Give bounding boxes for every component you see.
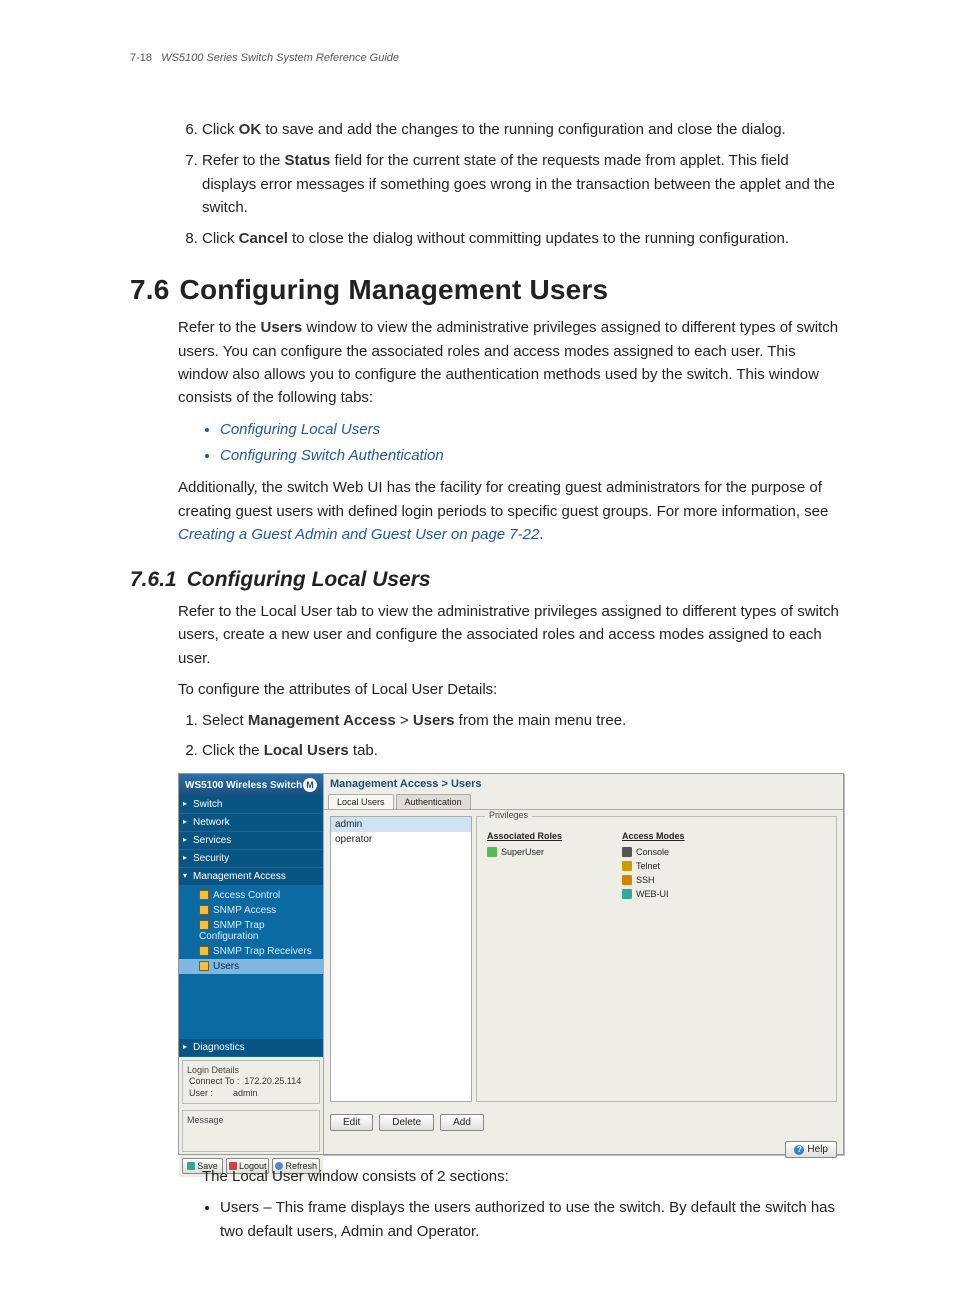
sections-bullets: Users – This frame displays the users au… bbox=[200, 1196, 846, 1243]
configure-lead: To configure the attributes of Local Use… bbox=[178, 678, 846, 701]
privileges-legend: Privileges bbox=[485, 810, 532, 820]
running-header: 7-18 WS5100 Series Switch System Referen… bbox=[130, 52, 846, 64]
mode-console: Console bbox=[622, 845, 685, 859]
login-details-box: Login Details Connect To : 172.20.25.114… bbox=[182, 1060, 320, 1104]
link-config-local-users[interactable]: Configuring Local Users bbox=[220, 417, 846, 443]
content-row: admin operator Privileges Associated Rol… bbox=[330, 816, 837, 1102]
subsection-title: Configuring Local Users bbox=[187, 568, 431, 591]
telnet-icon bbox=[622, 861, 632, 871]
subsection-number: 7.6.1 bbox=[130, 568, 177, 591]
action-button-row: Edit Delete Add bbox=[324, 1108, 843, 1137]
webui-icon bbox=[622, 889, 632, 899]
nav-tree: Switch Network Services Security Managem… bbox=[179, 796, 323, 978]
nav-services[interactable]: Services bbox=[179, 832, 323, 850]
link-config-switch-auth[interactable]: Configuring Switch Authentication bbox=[220, 443, 846, 469]
nav-access-control[interactable]: Access Control bbox=[179, 888, 323, 903]
link-bullets: Configuring Local Users Configuring Swit… bbox=[200, 417, 846, 468]
label-ok: OK bbox=[239, 121, 262, 138]
window-titlebar: WS5100 Wireless Switch M bbox=[179, 774, 323, 796]
superuser-icon bbox=[487, 847, 497, 857]
doc-title: WS5100 Series Switch System Reference Gu… bbox=[161, 52, 399, 64]
nav-switch[interactable]: Switch bbox=[179, 796, 323, 814]
help-row: ? Help bbox=[324, 1137, 843, 1162]
window-title: WS5100 Wireless Switch bbox=[185, 780, 302, 791]
console-icon bbox=[622, 847, 632, 857]
login-connect-row: Connect To : 172.20.25.114 bbox=[187, 1075, 315, 1087]
message-legend: Message bbox=[187, 1115, 315, 1125]
mode-webui: WEB-UI bbox=[622, 887, 685, 901]
screenshot-users-window: WS5100 Wireless Switch M Switch Network … bbox=[178, 773, 844, 1155]
help-icon: ? bbox=[794, 1145, 804, 1155]
label-cancel: Cancel bbox=[239, 230, 288, 247]
step-8: Click Cancel to close the dialog without… bbox=[202, 227, 846, 250]
login-user-row: User : admin bbox=[187, 1087, 315, 1099]
user-admin[interactable]: admin bbox=[331, 817, 471, 832]
nav-diagnostics[interactable]: Diagnostics bbox=[179, 1038, 323, 1057]
motorola-logo-icon: M bbox=[303, 778, 317, 792]
privileges-box: Privileges Associated Roles SuperUser Ac… bbox=[476, 816, 837, 1102]
page-number: 7-18 bbox=[130, 52, 152, 64]
tab-local-users[interactable]: Local Users bbox=[328, 794, 394, 809]
message-body bbox=[187, 1125, 315, 1147]
page: 7-18 WS5100 Series Switch System Referen… bbox=[0, 0, 954, 1303]
subsection-heading: 7.6.1 Configuring Local Users bbox=[130, 568, 846, 592]
privileges-columns: Associated Roles SuperUser Access Modes … bbox=[487, 831, 826, 901]
tab-row: Local Users Authentication bbox=[324, 794, 843, 810]
nav-snmp-trap-config[interactable]: SNMP Trap Configuration bbox=[179, 918, 323, 944]
save-icon bbox=[187, 1162, 195, 1170]
roles-title: Associated Roles bbox=[487, 831, 562, 841]
sections-lead: The Local User window consists of 2 sect… bbox=[202, 1165, 846, 1188]
role-superuser: SuperUser bbox=[487, 845, 562, 859]
section-title: Configuring Management Users bbox=[180, 274, 609, 305]
message-box: Message bbox=[182, 1110, 320, 1152]
nav-snmp-access[interactable]: SNMP Access bbox=[179, 903, 323, 918]
login-legend: Login Details bbox=[187, 1065, 315, 1075]
modes-title: Access Modes bbox=[622, 831, 685, 841]
help-button[interactable]: ? Help bbox=[785, 1141, 837, 1158]
nav-management-access[interactable]: Management Access bbox=[179, 868, 323, 886]
main-panel: Management Access > Users Local Users Au… bbox=[324, 774, 843, 1154]
tab-authentication[interactable]: Authentication bbox=[396, 794, 471, 809]
nav-network[interactable]: Network bbox=[179, 814, 323, 832]
step-6: Click OK to save and add the changes to … bbox=[202, 118, 846, 141]
modes-column: Access Modes Console Telnet SSH WEB-UI bbox=[622, 831, 685, 901]
step-b1: Select Management Access > Users from th… bbox=[202, 709, 846, 733]
edit-button[interactable]: Edit bbox=[330, 1114, 373, 1131]
nav-subtree: Access Control SNMP Access SNMP Trap Con… bbox=[179, 886, 323, 978]
mode-ssh: SSH bbox=[622, 873, 685, 887]
intro-paragraph: Refer to the Users window to view the ad… bbox=[178, 316, 846, 409]
label-users: Users bbox=[261, 319, 303, 336]
nav-users[interactable]: Users bbox=[179, 959, 323, 974]
user-operator[interactable]: operator bbox=[331, 832, 471, 847]
section-number: 7.6 bbox=[130, 274, 170, 305]
mode-telnet: Telnet bbox=[622, 859, 685, 873]
nav-security[interactable]: Security bbox=[179, 850, 323, 868]
ssh-icon bbox=[622, 875, 632, 885]
breadcrumb: Management Access > Users bbox=[324, 774, 843, 794]
sidebar: WS5100 Wireless Switch M Switch Network … bbox=[179, 774, 324, 1154]
step-b2: Click the Local Users tab. bbox=[202, 739, 846, 763]
roles-column: Associated Roles SuperUser bbox=[487, 831, 562, 901]
label-status: Status bbox=[285, 152, 331, 169]
subsection-intro: Refer to the Local User tab to view the … bbox=[178, 600, 846, 670]
step-7: Refer to the Status field for the curren… bbox=[202, 149, 846, 219]
add-button[interactable]: Add bbox=[440, 1114, 484, 1131]
user-list[interactable]: admin operator bbox=[330, 816, 472, 1102]
guest-paragraph: Additionally, the switch Web UI has the … bbox=[178, 476, 846, 546]
bullet-users-section: Users – This frame displays the users au… bbox=[220, 1196, 846, 1243]
numbered-steps-a: Click OK to save and add the changes to … bbox=[178, 118, 846, 250]
nav-spacer bbox=[179, 978, 323, 1038]
link-creating-guest[interactable]: Creating a Guest Admin and Guest User on… bbox=[178, 526, 539, 543]
section-heading: 7.6 Configuring Management Users bbox=[130, 274, 846, 306]
nav-snmp-trap-receivers[interactable]: SNMP Trap Receivers bbox=[179, 944, 323, 959]
numbered-steps-b: Select Management Access > Users from th… bbox=[178, 709, 846, 763]
delete-button[interactable]: Delete bbox=[379, 1114, 434, 1131]
